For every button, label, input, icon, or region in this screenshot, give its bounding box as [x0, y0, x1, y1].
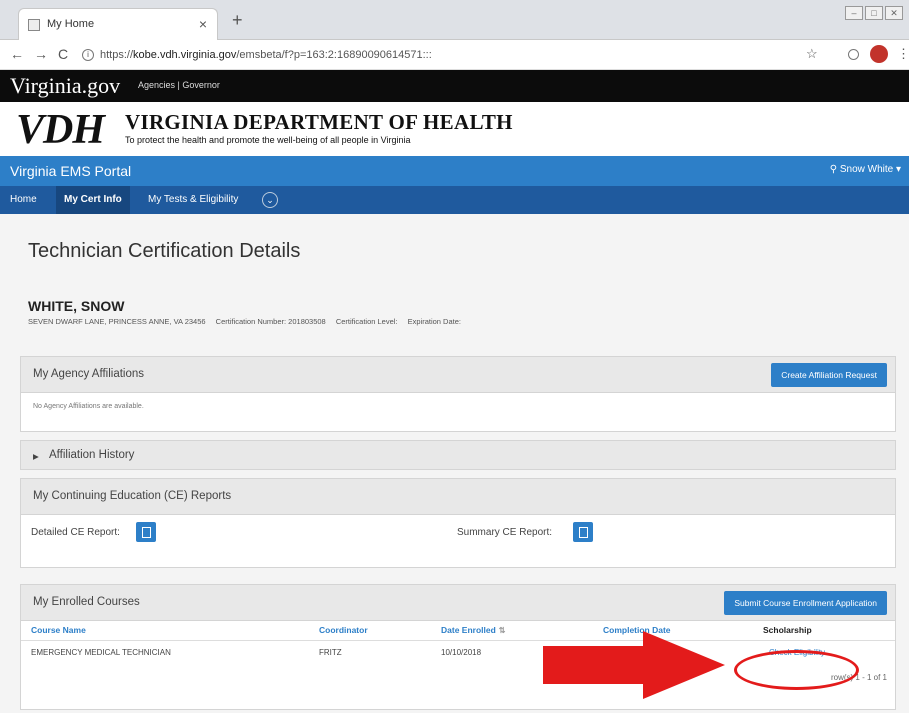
info-icon[interactable]: i [82, 49, 94, 61]
portal-title[interactable]: Virginia EMS Portal [10, 163, 131, 179]
address: SEVEN DWARF LANE, PRINCESS ANNE, VA 2345… [28, 317, 206, 326]
browser-tab-bar: My Home × + – □ ✕ [0, 0, 909, 40]
cell-coordinator: FRITZ [319, 648, 342, 657]
bookmark-star-icon[interactable]: ☆ [806, 46, 818, 62]
portal-bar: Virginia EMS Portal ⚲ Snow White ▾ [0, 156, 909, 186]
maximize-icon[interactable]: □ [865, 6, 883, 20]
expand-icon[interactable]: ▸ [33, 449, 39, 463]
panel-header: My Agency Affiliations Create Affiliatio… [21, 357, 895, 393]
annotation-arrow-head [643, 631, 725, 699]
url-path: /emsbeta/f?p=163:2:16890090614571::: [236, 49, 432, 61]
enrolled-courses-panel: My Enrolled Courses Submit Course Enroll… [20, 584, 896, 710]
col-coordinator[interactable]: Coordinator [319, 625, 368, 635]
reload-icon[interactable]: C [58, 46, 68, 62]
user-icon: ⚲ [829, 164, 840, 175]
person-details: SEVEN DWARF LANE, PRINCESS ANNE, VA 2345… [28, 317, 469, 326]
window-controls: – □ ✕ [845, 6, 903, 20]
expiration-date: Expiration Date: [407, 317, 461, 326]
col-scholarship: Scholarship [763, 625, 812, 635]
sort-icon: ⇅ [498, 626, 506, 635]
vdh-logo[interactable]: VDH [16, 109, 105, 151]
annotation-arrow-shaft [543, 646, 643, 684]
tab-title: My Home [47, 18, 95, 30]
nav-my-cert-info[interactable]: My Cert Info [56, 186, 130, 214]
affiliation-history-panel[interactable]: ▸ Affiliation History [20, 440, 896, 470]
profile-avatar-icon[interactable] [870, 45, 888, 63]
browser-tab[interactable]: My Home × [18, 8, 218, 40]
vdh-header: VDH VIRGINIA DEPARTMENT OF HEALTH To pro… [0, 102, 909, 156]
detailed-report-icon[interactable] [136, 522, 156, 542]
url-input[interactable]: i https://kobe.vdh.virginia.gov/emsbeta/… [82, 44, 782, 66]
minimize-icon[interactable]: – [845, 6, 863, 20]
panel-title: My Agency Affiliations [33, 368, 145, 380]
detailed-ce-label: Detailed CE Report: [31, 527, 120, 538]
cell-course: EMERGENCY MEDICAL TECHNICIAN [31, 648, 171, 657]
agencies-governor-links[interactable]: Agencies | Governor [138, 80, 220, 90]
panel-header: My Continuing Education (CE) Reports [21, 479, 895, 515]
panel-title: My Enrolled Courses [33, 596, 140, 608]
panel-header: My Enrolled Courses Submit Course Enroll… [21, 585, 895, 621]
col-course-name[interactable]: Course Name [31, 625, 86, 635]
panel-header[interactable]: ▸ Affiliation History [21, 441, 895, 469]
create-affiliation-button[interactable]: Create Affiliation Request [771, 363, 887, 387]
person-name: WHITE, SNOW [28, 298, 125, 314]
nav-my-tests-eligibility[interactable]: My Tests & Eligibility [140, 186, 246, 214]
cert-level: Certification Level: [335, 317, 398, 326]
col-date-enrolled-label: Date Enrolled [441, 625, 496, 635]
extension-icon[interactable] [848, 49, 859, 60]
cert-number: Certification Number: 201803508 [215, 317, 326, 326]
address-bar: ← → C i https://kobe.vdh.virginia.gov/em… [0, 40, 909, 70]
vdh-name: VIRGINIA DEPARTMENT OF HEALTH [125, 110, 513, 134]
submit-enrollment-button[interactable]: Submit Course Enrollment Application [724, 591, 887, 615]
empty-message: No Agency Affiliations are available. [33, 403, 144, 410]
url-host: kobe.vdh.virginia.gov [133, 49, 237, 61]
cell-date-enrolled: 10/10/2018 [441, 648, 482, 657]
browser-menu-icon[interactable]: ⋮ [897, 46, 909, 62]
table-header: Course Name Coordinator Date Enrolled ⇅ C… [21, 621, 895, 641]
annotation-highlight-ellipse [734, 650, 859, 690]
page-title: Technician Certification Details [28, 240, 301, 262]
main-content: Technician Certification Details WHITE, … [0, 214, 909, 713]
back-arrow-icon[interactable]: ← [10, 46, 24, 62]
favicon-icon [28, 19, 40, 31]
col-date-enrolled[interactable]: Date Enrolled ⇅ [441, 625, 506, 635]
panel-title: Affiliation History [49, 449, 135, 461]
main-nav: Home My Cert Info My Tests & Eligibility… [0, 186, 909, 214]
ce-reports-panel: My Continuing Education (CE) Reports Det… [20, 478, 896, 568]
summary-ce-label: Summary CE Report: [457, 527, 553, 538]
chevron-down-icon[interactable]: ⌄ [262, 192, 278, 208]
virginia-gov-bar: Virginia.gov Agencies | Governor [0, 70, 909, 102]
url-prefix: https:// [100, 49, 134, 61]
vdh-tagline: To protect the health and promote the we… [125, 135, 411, 145]
summary-report-icon[interactable] [573, 522, 593, 542]
nav-home[interactable]: Home [2, 186, 45, 214]
panel-title: My Continuing Education (CE) Reports [33, 490, 232, 502]
close-window-icon[interactable]: ✕ [885, 6, 903, 20]
agency-affiliations-panel: My Agency Affiliations Create Affiliatio… [20, 356, 896, 432]
forward-arrow-icon[interactable]: → [34, 46, 48, 62]
user-name: Snow White ▾ [839, 164, 901, 175]
new-tab-button[interactable]: + [232, 10, 243, 31]
close-tab-icon[interactable]: × [199, 16, 207, 32]
user-menu[interactable]: ⚲ Snow White ▾ [830, 164, 901, 175]
virginia-gov-logo[interactable]: Virginia.gov [10, 73, 120, 99]
